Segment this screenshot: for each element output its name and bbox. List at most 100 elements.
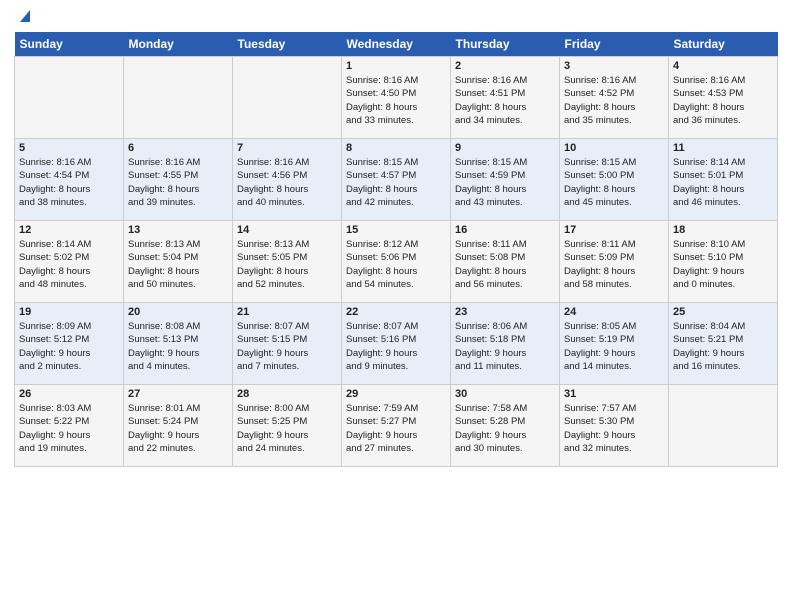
day-info: Sunrise: 8:15 AM Sunset: 5:00 PM Dayligh… xyxy=(564,156,664,209)
day-info: Sunrise: 8:06 AM Sunset: 5:18 PM Dayligh… xyxy=(455,320,555,373)
calendar-header-cell: Sunday xyxy=(15,32,124,57)
day-number: 31 xyxy=(564,388,664,400)
calendar-day-cell: 1 Sunrise: 8:16 AM Sunset: 4:50 PM Daylig… xyxy=(342,57,451,139)
day-info: Sunrise: 8:16 AM Sunset: 4:56 PM Dayligh… xyxy=(237,156,337,209)
calendar-week-row: 19 Sunrise: 8:09 AM Sunset: 5:12 PM Dayli… xyxy=(15,303,778,385)
day-info: Sunrise: 8:13 AM Sunset: 5:04 PM Dayligh… xyxy=(128,238,228,291)
day-info: Sunrise: 8:09 AM Sunset: 5:12 PM Dayligh… xyxy=(19,320,119,373)
day-info: Sunrise: 8:10 AM Sunset: 5:10 PM Dayligh… xyxy=(673,238,773,291)
calendar-day-cell: 9 Sunrise: 8:15 AM Sunset: 4:59 PM Daylig… xyxy=(451,139,560,221)
calendar-day-cell: 21Sunrise: 8:07 AM Sunset: 5:15 PM Dayli… xyxy=(233,303,342,385)
day-info: Sunrise: 8:11 AM Sunset: 5:09 PM Dayligh… xyxy=(564,238,664,291)
day-info: Sunrise: 8:11 AM Sunset: 5:08 PM Dayligh… xyxy=(455,238,555,291)
day-info: Sunrise: 8:01 AM Sunset: 5:24 PM Dayligh… xyxy=(128,402,228,455)
day-number: 2 xyxy=(455,60,555,72)
calendar-day-cell xyxy=(15,57,124,139)
calendar-day-cell: 6 Sunrise: 8:16 AM Sunset: 4:55 PM Daylig… xyxy=(124,139,233,221)
calendar-day-cell: 3Sunrise: 8:16 AM Sunset: 4:52 PM Daylig… xyxy=(560,57,669,139)
calendar-day-cell: 30Sunrise: 7:58 AM Sunset: 5:28 PM Dayli… xyxy=(451,385,560,467)
day-number: 1 xyxy=(346,60,446,72)
day-number: 28 xyxy=(237,388,337,400)
day-number: 22 xyxy=(346,306,446,318)
day-info: Sunrise: 8:13 AM Sunset: 5:05 PM Dayligh… xyxy=(237,238,337,291)
day-number: 5 xyxy=(19,142,119,154)
calendar-day-cell: 24 Sunrise: 8:05 AM Sunset: 5:19 PM Dayli… xyxy=(560,303,669,385)
calendar-day-cell: 22 Sunrise: 8:07 AM Sunset: 5:16 PM Dayli… xyxy=(342,303,451,385)
calendar-week-row: 1 Sunrise: 8:16 AM Sunset: 4:50 PM Daylig… xyxy=(15,57,778,139)
calendar-header-cell: Tuesday xyxy=(233,32,342,57)
calendar-day-cell: 11 Sunrise: 8:14 AM Sunset: 5:01 PM Dayli… xyxy=(669,139,778,221)
day-number: 6 xyxy=(128,142,228,154)
calendar-day-cell: 20 Sunrise: 8:08 AM Sunset: 5:13 PM Dayli… xyxy=(124,303,233,385)
calendar-day-cell: 18Sunrise: 8:10 AM Sunset: 5:10 PM Dayli… xyxy=(669,221,778,303)
day-info: Sunrise: 8:14 AM Sunset: 5:01 PM Dayligh… xyxy=(673,156,773,209)
calendar-day-cell: 26 Sunrise: 8:03 AM Sunset: 5:22 PM Dayli… xyxy=(15,385,124,467)
logo xyxy=(14,10,34,24)
calendar-day-cell: 27 Sunrise: 8:01 AM Sunset: 5:24 PM Dayli… xyxy=(124,385,233,467)
calendar-day-cell: 23 Sunrise: 8:06 AM Sunset: 5:18 PM Dayli… xyxy=(451,303,560,385)
calendar-day-cell: 7Sunrise: 8:16 AM Sunset: 4:56 PM Daylig… xyxy=(233,139,342,221)
day-number: 10 xyxy=(564,142,664,154)
day-info: Sunrise: 8:16 AM Sunset: 4:52 PM Dayligh… xyxy=(564,74,664,127)
day-info: Sunrise: 8:16 AM Sunset: 4:54 PM Dayligh… xyxy=(19,156,119,209)
calendar-day-cell: 13 Sunrise: 8:13 AM Sunset: 5:04 PM Dayli… xyxy=(124,221,233,303)
calendar-day-cell: 8 Sunrise: 8:15 AM Sunset: 4:57 PM Daylig… xyxy=(342,139,451,221)
day-info: Sunrise: 8:08 AM Sunset: 5:13 PM Dayligh… xyxy=(128,320,228,373)
day-number: 17 xyxy=(564,224,664,236)
day-number: 19 xyxy=(19,306,119,318)
calendar-header-cell: Friday xyxy=(560,32,669,57)
calendar-day-cell xyxy=(669,385,778,467)
day-number: 4 xyxy=(673,60,773,72)
day-info: Sunrise: 8:15 AM Sunset: 4:59 PM Dayligh… xyxy=(455,156,555,209)
calendar-day-cell: 10 Sunrise: 8:15 AM Sunset: 5:00 PM Dayli… xyxy=(560,139,669,221)
calendar-header-row: SundayMondayTuesdayWednesdayThursdayFrid… xyxy=(15,32,778,57)
day-info: Sunrise: 8:16 AM Sunset: 4:51 PM Dayligh… xyxy=(455,74,555,127)
calendar-day-cell: 25Sunrise: 8:04 AM Sunset: 5:21 PM Dayli… xyxy=(669,303,778,385)
day-info: Sunrise: 8:16 AM Sunset: 4:50 PM Dayligh… xyxy=(346,74,446,127)
calendar-day-cell: 12Sunrise: 8:14 AM Sunset: 5:02 PM Dayli… xyxy=(15,221,124,303)
calendar-day-cell: 16Sunrise: 8:11 AM Sunset: 5:08 PM Dayli… xyxy=(451,221,560,303)
day-info: Sunrise: 8:05 AM Sunset: 5:19 PM Dayligh… xyxy=(564,320,664,373)
logo-icon xyxy=(16,6,34,24)
day-number: 11 xyxy=(673,142,773,154)
day-number: 14 xyxy=(237,224,337,236)
day-number: 23 xyxy=(455,306,555,318)
day-number: 15 xyxy=(346,224,446,236)
day-info: Sunrise: 8:04 AM Sunset: 5:21 PM Dayligh… xyxy=(673,320,773,373)
calendar-day-cell: 31Sunrise: 7:57 AM Sunset: 5:30 PM Dayli… xyxy=(560,385,669,467)
calendar-header-cell: Monday xyxy=(124,32,233,57)
day-info: Sunrise: 7:59 AM Sunset: 5:27 PM Dayligh… xyxy=(346,402,446,455)
day-number: 12 xyxy=(19,224,119,236)
day-number: 29 xyxy=(346,388,446,400)
calendar-table: SundayMondayTuesdayWednesdayThursdayFrid… xyxy=(14,32,778,467)
main-container: SundayMondayTuesdayWednesdayThursdayFrid… xyxy=(0,0,792,475)
calendar-day-cell xyxy=(124,57,233,139)
calendar-header-cell: Thursday xyxy=(451,32,560,57)
calendar-day-cell: 5 Sunrise: 8:16 AM Sunset: 4:54 PM Daylig… xyxy=(15,139,124,221)
calendar-day-cell: 14 Sunrise: 8:13 AM Sunset: 5:05 PM Dayli… xyxy=(233,221,342,303)
day-number: 21 xyxy=(237,306,337,318)
day-number: 13 xyxy=(128,224,228,236)
day-info: Sunrise: 8:00 AM Sunset: 5:25 PM Dayligh… xyxy=(237,402,337,455)
day-info: Sunrise: 8:03 AM Sunset: 5:22 PM Dayligh… xyxy=(19,402,119,455)
day-info: Sunrise: 8:16 AM Sunset: 4:53 PM Dayligh… xyxy=(673,74,773,127)
day-number: 20 xyxy=(128,306,228,318)
calendar-week-row: 26 Sunrise: 8:03 AM Sunset: 5:22 PM Dayli… xyxy=(15,385,778,467)
calendar-day-cell: 2 Sunrise: 8:16 AM Sunset: 4:51 PM Daylig… xyxy=(451,57,560,139)
day-info: Sunrise: 8:12 AM Sunset: 5:06 PM Dayligh… xyxy=(346,238,446,291)
day-info: Sunrise: 8:16 AM Sunset: 4:55 PM Dayligh… xyxy=(128,156,228,209)
calendar-day-cell: 19 Sunrise: 8:09 AM Sunset: 5:12 PM Dayli… xyxy=(15,303,124,385)
day-number: 24 xyxy=(564,306,664,318)
calendar-header-cell: Wednesday xyxy=(342,32,451,57)
calendar-header-cell: Saturday xyxy=(669,32,778,57)
day-number: 9 xyxy=(455,142,555,154)
day-info: Sunrise: 8:15 AM Sunset: 4:57 PM Dayligh… xyxy=(346,156,446,209)
day-info: Sunrise: 8:07 AM Sunset: 5:16 PM Dayligh… xyxy=(346,320,446,373)
calendar-week-row: 12Sunrise: 8:14 AM Sunset: 5:02 PM Dayli… xyxy=(15,221,778,303)
day-number: 27 xyxy=(128,388,228,400)
day-number: 30 xyxy=(455,388,555,400)
calendar-day-cell xyxy=(233,57,342,139)
day-number: 26 xyxy=(19,388,119,400)
day-number: 8 xyxy=(346,142,446,154)
calendar-day-cell: 17 Sunrise: 8:11 AM Sunset: 5:09 PM Dayli… xyxy=(560,221,669,303)
